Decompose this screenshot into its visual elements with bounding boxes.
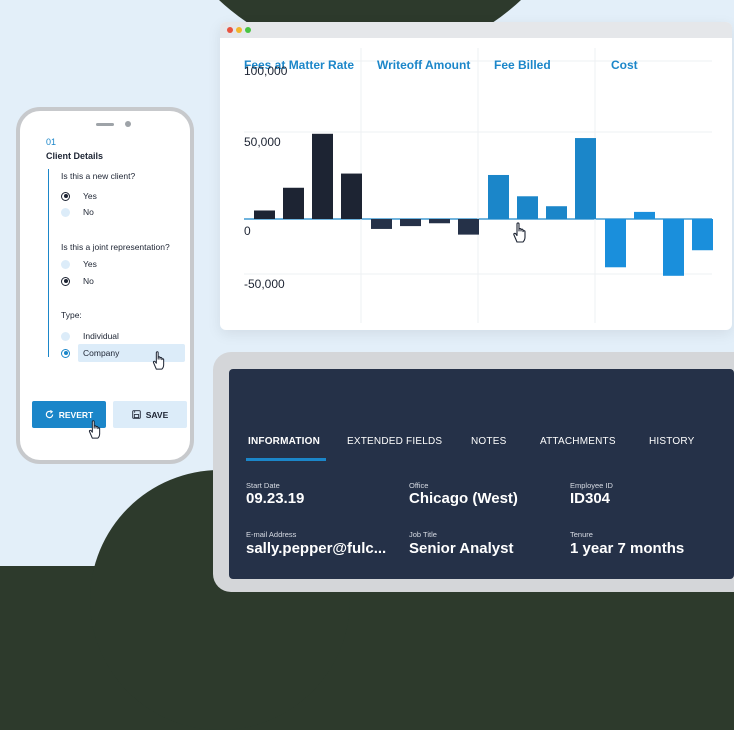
step-line — [48, 169, 49, 357]
radio-checked-icon — [61, 191, 70, 201]
bar — [341, 173, 362, 219]
bar-chart: Fees at Matter Rate Writeoff Amount Fee Bi… — [244, 48, 713, 323]
radio-unchecked-icon — [61, 207, 70, 217]
bar — [663, 219, 684, 276]
bar — [254, 210, 275, 219]
bar — [575, 138, 596, 219]
tab-history[interactable]: HISTORY — [649, 436, 695, 447]
field-value-start-date: 09.23.19 — [246, 490, 305, 507]
bar — [605, 219, 626, 268]
radio-checked-icon — [61, 276, 70, 286]
field-label-tenure: Tenure — [570, 530, 593, 539]
window-titlebar — [220, 22, 732, 38]
maximize-dot[interactable] — [245, 27, 251, 33]
bar — [458, 219, 479, 235]
y-tick-label: 0 — [244, 224, 251, 238]
bar — [692, 219, 713, 251]
radio-type-individual[interactable]: Individual — [61, 329, 119, 343]
y-tick-label: -50,000 — [244, 277, 285, 291]
option-label: Yes — [83, 191, 97, 201]
option-label: No — [83, 207, 94, 217]
column-title: Writeoff Amount — [377, 58, 470, 72]
bar — [283, 187, 304, 219]
y-tick-label: 50,000 — [244, 135, 281, 149]
field-label-employee-id: Employee ID — [570, 481, 613, 490]
radio-joint-no[interactable]: No — [61, 274, 94, 288]
question-new-client: Is this a new client? — [61, 171, 136, 181]
refresh-icon — [45, 410, 53, 419]
pointer-hand-icon — [88, 420, 101, 439]
radio-checked-icon — [61, 348, 70, 358]
bar — [517, 196, 538, 219]
step-number: 01 — [46, 137, 57, 147]
save-icon — [132, 410, 141, 419]
pointer-hand-icon — [152, 351, 165, 370]
field-value-tenure: 1 year 7 months — [570, 540, 685, 557]
tab-information[interactable]: INFORMATION — [248, 436, 320, 447]
field-label-job-title: Job Title — [409, 530, 437, 539]
bar — [634, 211, 655, 219]
bar — [400, 219, 421, 227]
active-tab-indicator — [246, 458, 326, 461]
close-dot[interactable] — [227, 27, 233, 33]
radio-unchecked-icon — [61, 331, 70, 341]
phone-camera — [125, 121, 131, 127]
field-value-employee-id: ID304 — [570, 490, 611, 507]
question-joint-representation: Is this a joint representation? — [61, 242, 170, 252]
minimize-dot[interactable] — [236, 27, 242, 33]
radio-type-company[interactable]: Company — [61, 346, 119, 360]
y-tick-label: 100,000 — [244, 64, 288, 78]
question-type: Type: — [61, 310, 82, 320]
bar — [371, 219, 392, 229]
step-title: Client Details — [46, 151, 104, 161]
save-label: SAVE — [145, 409, 169, 420]
radio-joint-yes[interactable]: Yes — [61, 257, 97, 271]
phone-mockup: 01 Client Details Is this a new client? … — [16, 107, 194, 464]
save-button[interactable]: SAVE — [113, 401, 187, 428]
radio-new-client-no[interactable]: No — [61, 205, 94, 219]
bar — [429, 219, 450, 224]
chart-window: Fees at Matter Rate Writeoff Amount Fee Bi… — [220, 22, 732, 330]
field-value-job-title: Senior Analyst — [409, 540, 514, 557]
column-title: Fee Billed — [494, 58, 551, 72]
pointer-hand-icon — [513, 222, 526, 243]
radio-new-client-yes[interactable]: Yes — [61, 189, 97, 203]
bar — [488, 174, 509, 219]
option-label: Individual — [83, 331, 119, 341]
field-value-email: sally.pepper@fulc... — [246, 540, 387, 557]
tab-notes[interactable]: NOTES — [471, 436, 506, 447]
phone-speaker — [96, 123, 114, 126]
radio-unchecked-icon — [61, 259, 70, 269]
option-label: Company — [83, 348, 120, 358]
bar — [546, 206, 567, 219]
option-label: Yes — [83, 259, 97, 269]
tab-attachments[interactable]: ATTACHMENTS — [540, 436, 616, 447]
option-label: No — [83, 276, 94, 286]
column-title: Cost — [611, 58, 638, 72]
tab-extended-fields[interactable]: EXTENDED FIELDS — [347, 436, 442, 447]
bar — [312, 133, 333, 219]
field-label-email: E-mail Address — [246, 530, 297, 539]
field-value-office: Chicago (West) — [409, 490, 518, 507]
field-label-start-date: Start Date — [246, 481, 280, 490]
field-label-office: Office — [409, 481, 429, 490]
